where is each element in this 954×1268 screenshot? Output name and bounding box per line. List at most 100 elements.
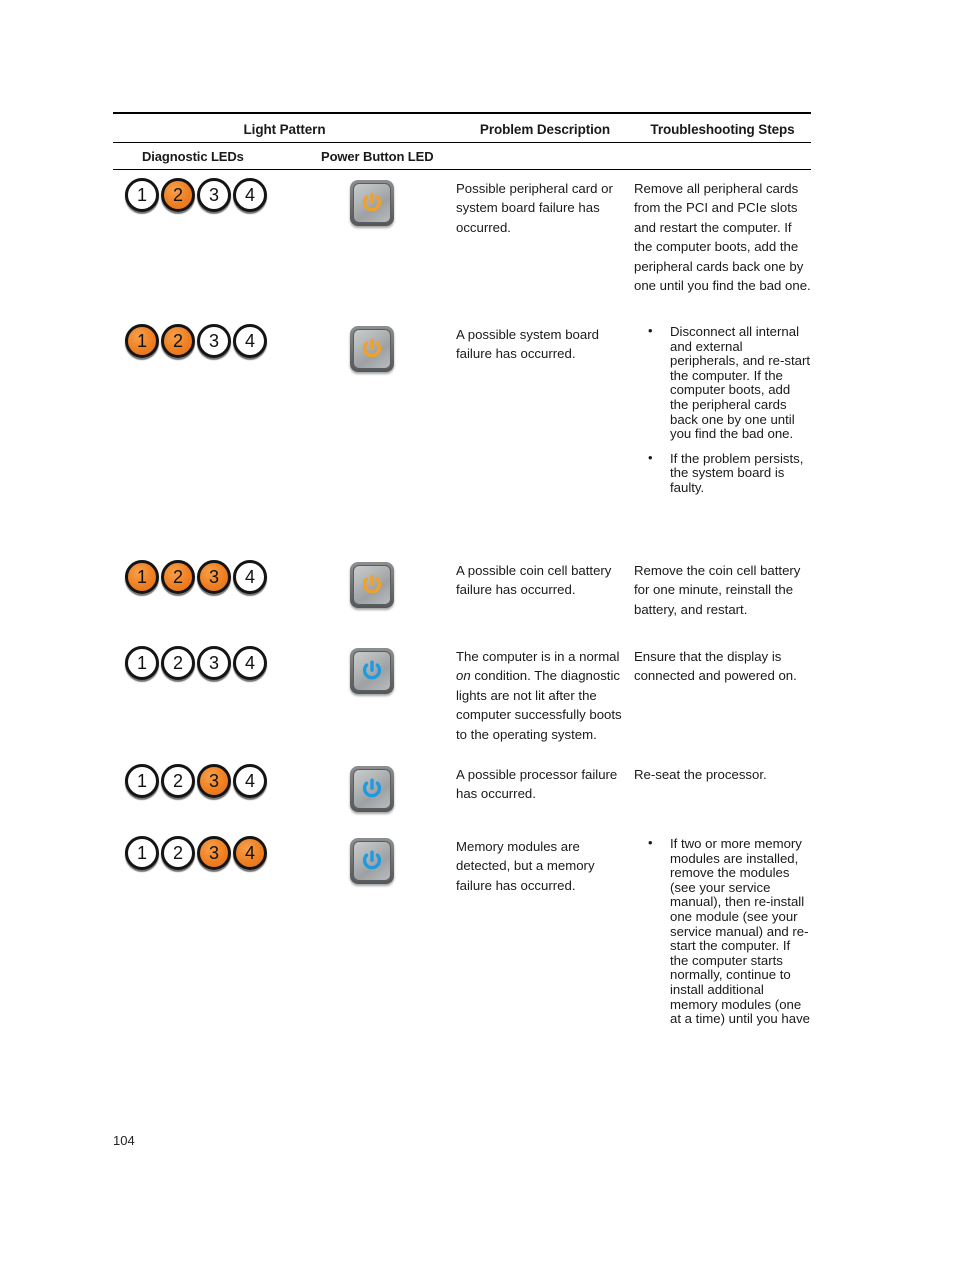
- troubleshooting-steps-list: • Disconnect all internal and external pe…: [634, 323, 811, 496]
- led-number-label: 2: [172, 842, 183, 863]
- diagnostic-led-4-off: 4: [232, 323, 270, 361]
- led-number-label: 3: [208, 842, 219, 863]
- led-number-label: 4: [244, 652, 255, 673]
- led-disc: 2: [161, 178, 195, 212]
- troubleshooting-steps-text: Ensure that the display is connected and…: [634, 649, 797, 684]
- power-button-led-cell: [288, 638, 456, 694]
- diagnostic-leds-cell: 1 2 3 4: [113, 552, 288, 597]
- troubleshooting-steps-cell: Remove all peripheral cards from the PCI…: [634, 170, 811, 295]
- problem-description-text: A possible system board failure has occu…: [456, 327, 599, 362]
- led-disc: 4: [233, 836, 267, 870]
- diagnostic-led-4-off: 4: [232, 177, 270, 215]
- power-button-led-amber: [350, 562, 394, 608]
- diagnostic-led-table: Light Pattern Problem Description Troubl…: [113, 112, 811, 1068]
- led-number-label: 4: [244, 566, 255, 587]
- led-disc: 4: [233, 178, 267, 212]
- led-number-label: 1: [136, 184, 147, 205]
- problem-description-text: Memory modules are detected, but a memor…: [456, 839, 595, 893]
- power-button-led-blue: [350, 838, 394, 884]
- led-disc: 3: [197, 560, 231, 594]
- diagnostic-led-group: 1 2 3 4: [113, 763, 288, 801]
- problem-text-emphasis: on: [456, 668, 471, 684]
- led-number-label: 1: [136, 652, 147, 673]
- bullet-icon: •: [648, 323, 653, 338]
- diagnostic-led-1-off: 1: [124, 835, 162, 873]
- led-number-label: 3: [208, 652, 219, 673]
- troubleshooting-steps-text: Re-seat the processor.: [634, 767, 767, 782]
- problem-description-cell: A possible processor failure has occurre…: [456, 756, 634, 804]
- problem-text-run: The computer is in a normal: [456, 649, 620, 664]
- led-disc: 4: [233, 646, 267, 680]
- led-disc: 1: [125, 764, 159, 798]
- diagnostic-leds-cell: 1 2 3 4: [113, 170, 288, 215]
- diagnostic-led-2-off: 2: [160, 835, 198, 873]
- led-disc: 1: [125, 560, 159, 594]
- led-number-label: 1: [136, 842, 147, 863]
- led-disc: 4: [233, 764, 267, 798]
- diagnostic-led-2-on: 2: [160, 177, 198, 215]
- table-header-row-2: Diagnostic LEDs Power Button LED: [113, 143, 811, 169]
- problem-description-cell: A possible coin cell battery failure has…: [456, 552, 634, 600]
- led-number-label: 3: [208, 566, 219, 587]
- led-number-label: 4: [244, 330, 255, 351]
- led-disc: 2: [161, 836, 195, 870]
- power-button-led-cell: [288, 170, 456, 226]
- diagnostic-leds-cell: 1 2 3 4: [113, 756, 288, 801]
- led-disc: 1: [125, 836, 159, 870]
- power-button-face: [353, 183, 391, 223]
- power-symbol-icon: [359, 572, 385, 598]
- list-item: • If two or more memory modules are insta…: [634, 835, 811, 1027]
- power-symbol-icon: [359, 190, 385, 216]
- troubleshooting-steps-cell: • Disconnect all internal and external pe…: [634, 316, 811, 496]
- led-number-label: 1: [136, 330, 147, 351]
- led-number-label: 3: [208, 330, 219, 351]
- diagnostic-led-2-on: 2: [160, 323, 198, 361]
- table-row: 1 2 3 4 A possible system board failure has …: [113, 316, 811, 552]
- led-disc: 2: [161, 646, 195, 680]
- led-disc: 2: [161, 764, 195, 798]
- diagnostic-led-2-on: 2: [160, 559, 198, 597]
- troubleshooting-steps-cell: • If two or more memory modules are insta…: [634, 828, 811, 1027]
- power-symbol-icon: [359, 776, 385, 802]
- column-header-light-pattern: Light Pattern: [243, 122, 326, 137]
- diagnostic-led-1-off: 1: [124, 645, 162, 683]
- power-symbol-icon: [359, 336, 385, 362]
- bullet-icon: •: [648, 449, 653, 465]
- diagnostic-led-3-on: 3: [196, 763, 234, 801]
- problem-description-text: A possible coin cell battery failure has…: [456, 563, 612, 598]
- led-disc: 3: [197, 324, 231, 358]
- column-header-spacer-2: [634, 164, 811, 169]
- bullet-icon: •: [648, 835, 653, 850]
- column-header-problem-description: Problem Description: [479, 122, 611, 137]
- led-disc: 1: [125, 178, 159, 212]
- list-item-text: If the problem persists, the system boar…: [670, 450, 804, 495]
- power-button-led-cell: [288, 756, 456, 812]
- power-button-face: [353, 769, 391, 809]
- table-row: 1 2 3 4 The computer is in a normal on condi…: [113, 638, 811, 756]
- led-number-label: 2: [172, 566, 183, 587]
- power-button-led-amber: [350, 180, 394, 226]
- diagnostic-led-4-off: 4: [232, 645, 270, 683]
- problem-description-cell: The computer is in a normal on condition…: [456, 638, 634, 744]
- diagnostic-led-1-on: 1: [124, 323, 162, 361]
- column-header-troubleshooting-steps: Troubleshooting Steps: [650, 122, 795, 137]
- problem-description-text: A possible processor failure has occurre…: [456, 767, 618, 802]
- led-number-label: 1: [136, 566, 147, 587]
- table-row: 1 2 3 4 A possible processor failure has occ…: [113, 756, 811, 828]
- led-number-label: 2: [172, 184, 183, 205]
- diagnostic-led-2-off: 2: [160, 763, 198, 801]
- power-button-led-blue: [350, 648, 394, 694]
- power-button-face: [353, 329, 391, 369]
- power-button-led-cell: [288, 552, 456, 608]
- diagnostic-led-3-off: 3: [196, 323, 234, 361]
- list-item-text: If two or more memory modules are instal…: [670, 836, 811, 1027]
- list-item-text: Disconnect all internal and external per…: [670, 324, 811, 442]
- diagnostic-led-1-off: 1: [124, 177, 162, 215]
- diagnostic-leds-cell: 1 2 3 4: [113, 316, 288, 361]
- led-disc: 3: [197, 836, 231, 870]
- led-disc: 3: [197, 646, 231, 680]
- led-disc: 2: [161, 324, 195, 358]
- list-item: • Disconnect all internal and external pe…: [634, 323, 811, 442]
- diagnostic-led-3-off: 3: [196, 177, 234, 215]
- diagnostic-led-1-on: 1: [124, 559, 162, 597]
